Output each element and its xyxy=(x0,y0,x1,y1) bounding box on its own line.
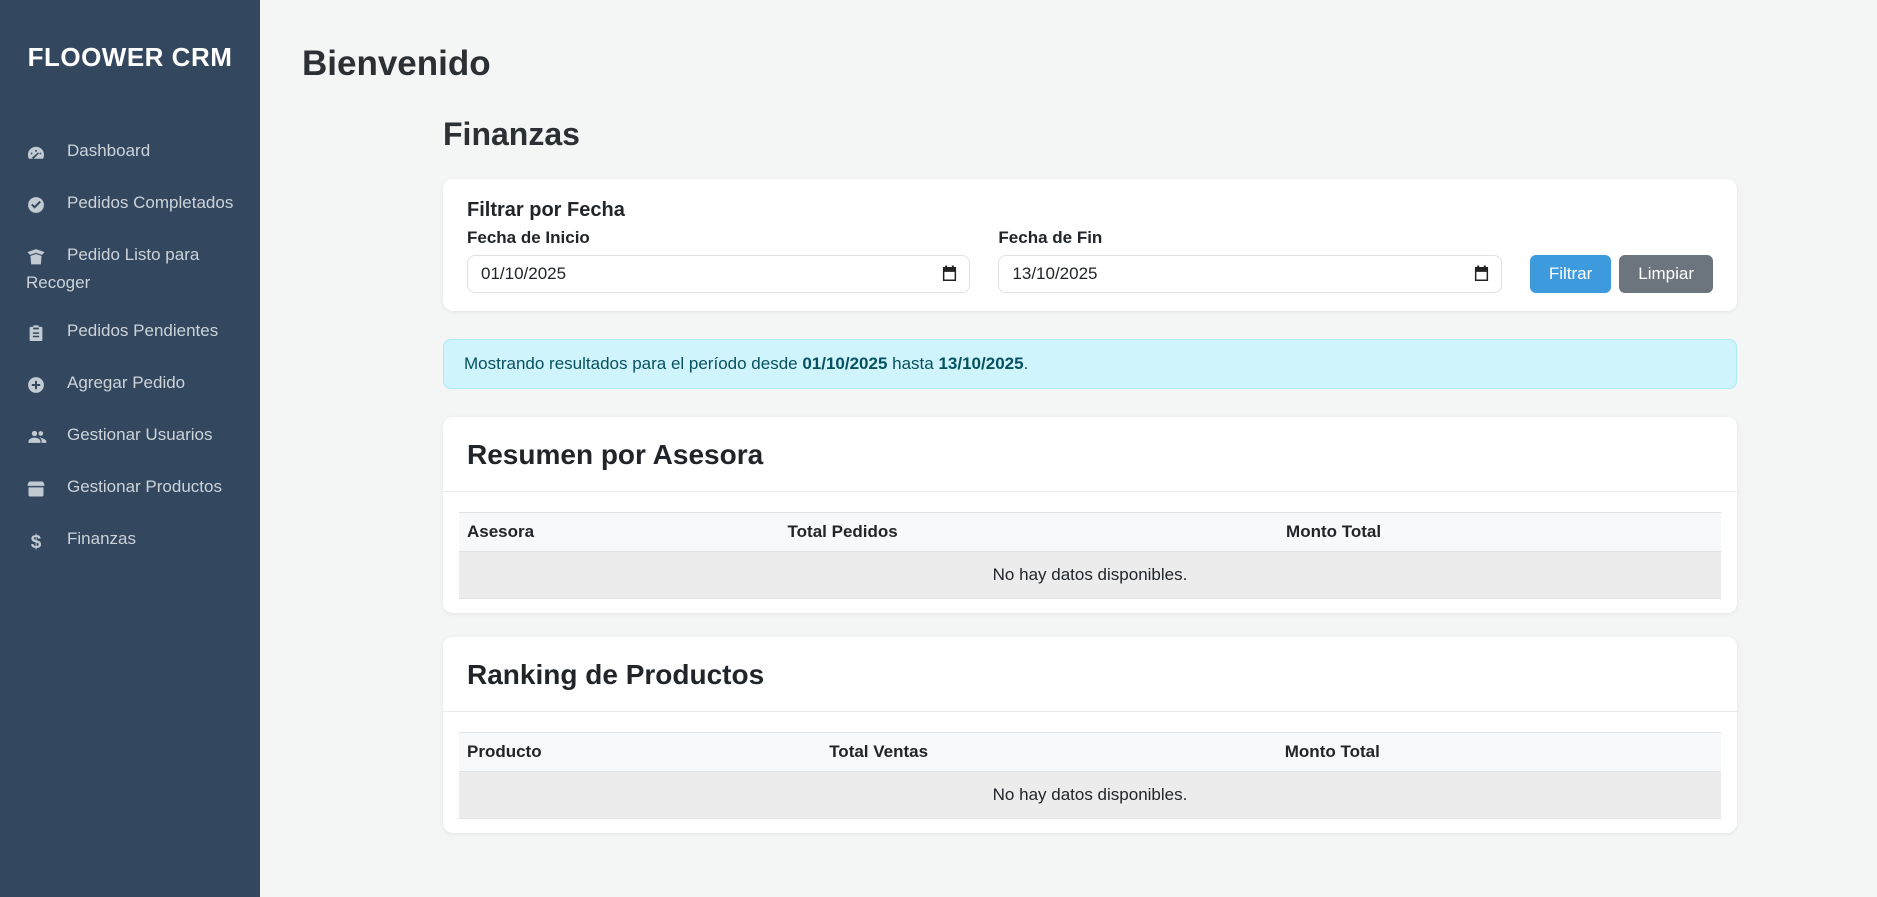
box-icon xyxy=(26,479,46,503)
start-date-input[interactable] xyxy=(467,255,970,293)
end-date-field: Fecha de Fin xyxy=(998,228,1501,293)
summary-col-asesora: Asesora xyxy=(459,513,780,552)
sidebar-item-label: Gestionar Productos xyxy=(67,477,222,496)
ranking-col-producto: Producto xyxy=(459,733,821,772)
sidebar-item-label: Pedidos Completados xyxy=(67,193,233,212)
sidebar-item-finanzas[interactable]: $ Finanzas xyxy=(0,515,260,567)
welcome-title: Bienvenido xyxy=(302,44,1737,84)
end-date-input[interactable] xyxy=(998,255,1501,293)
dollar-icon: $ xyxy=(26,531,46,555)
filter-title: Filtrar por Fecha xyxy=(467,199,1713,222)
app-title: FLOOWER CRM xyxy=(8,42,252,73)
sidebar-item-pedidos-pendientes[interactable]: Pedidos Pendientes xyxy=(0,307,260,359)
table-row: No hay datos disponibles. xyxy=(459,552,1721,599)
calendar-icon[interactable] xyxy=(1473,266,1490,283)
sidebar-item-gestionar-usuarios[interactable]: Gestionar Usuarios xyxy=(0,411,260,463)
sidebar-item-label: Dashboard xyxy=(67,141,150,160)
filter-button[interactable]: Filtrar xyxy=(1530,255,1611,293)
ranking-empty-message: No hay datos disponibles. xyxy=(459,772,1721,819)
clear-button[interactable]: Limpiar xyxy=(1619,255,1713,293)
sidebar-item-label: Gestionar Usuarios xyxy=(67,425,213,444)
sidebar-item-label: Agregar Pedido xyxy=(67,373,185,392)
summary-table: Asesora Total Pedidos Monto Total No hay… xyxy=(459,512,1721,599)
table-row: No hay datos disponibles. xyxy=(459,772,1721,819)
ranking-col-monto-total: Monto Total xyxy=(1277,733,1721,772)
main-content: Bienvenido Finanzas Filtrar por Fecha Fe… xyxy=(260,0,1877,897)
check-circle-icon xyxy=(26,195,46,219)
ranking-card: Ranking de Productos Producto Total Vent… xyxy=(443,637,1737,833)
sidebar-item-label: Finanzas xyxy=(67,529,136,548)
ranking-col-total-ventas: Total Ventas xyxy=(821,733,1277,772)
start-date-field: Fecha de Inicio xyxy=(467,228,970,293)
summary-card: Resumen por Asesora Asesora Total Pedido… xyxy=(443,417,1737,613)
alert-text: . xyxy=(1024,354,1029,373)
alert-start-date: 01/10/2025 xyxy=(802,354,887,373)
sidebar-item-dashboard[interactable]: Dashboard xyxy=(0,127,260,179)
start-date-label: Fecha de Inicio xyxy=(467,228,970,248)
sidebar-item-agregar-pedido[interactable]: Agregar Pedido xyxy=(0,359,260,411)
alert-text: hasta xyxy=(887,354,938,373)
box-open-icon xyxy=(26,247,46,271)
results-period-alert: Mostrando resultados para el período des… xyxy=(443,339,1737,389)
plus-circle-icon xyxy=(26,375,46,399)
alert-text: Mostrando resultados para el período des… xyxy=(464,354,802,373)
sidebar: FLOOWER CRM Dashboard xyxy=(0,0,260,897)
finanzas-section: Finanzas Filtrar por Fecha Fecha de Inic… xyxy=(443,116,1737,833)
clipboard-list-icon xyxy=(26,323,46,347)
date-filter-card: Filtrar por Fecha Fecha de Inicio xyxy=(443,179,1737,311)
calendar-icon[interactable] xyxy=(941,266,958,283)
sidebar-item-label: Pedido Listo para Recoger xyxy=(26,245,199,292)
ranking-title: Ranking de Productos xyxy=(467,659,1713,691)
sidebar-nav: Dashboard Pedido Listo para RecogerPedid… xyxy=(0,127,260,567)
end-date-label: Fecha de Fin xyxy=(998,228,1501,248)
sidebar-item-pedido-listo[interactable]: Pedido Listo para Recoger xyxy=(0,231,260,307)
alert-end-date: 13/10/2025 xyxy=(938,354,1023,373)
sidebar-item-pedidos-completados[interactable]: Pedido Listo para RecogerPedidos Complet… xyxy=(0,179,260,231)
summary-col-monto-total: Monto Total xyxy=(1278,513,1721,552)
summary-title: Resumen por Asesora xyxy=(467,439,1713,471)
gauge-icon xyxy=(26,143,46,167)
sidebar-item-gestionar-productos[interactable]: Gestionar Productos xyxy=(0,463,260,515)
summary-empty-message: No hay datos disponibles. xyxy=(459,552,1721,599)
sidebar-item-label: Pedidos Pendientes xyxy=(67,321,218,340)
ranking-table: Producto Total Ventas Monto Total No hay… xyxy=(459,732,1721,819)
app-root: FLOOWER CRM Dashboard xyxy=(0,0,1877,897)
summary-col-total-pedidos: Total Pedidos xyxy=(780,513,1278,552)
users-icon xyxy=(26,427,46,451)
finanzas-title: Finanzas xyxy=(443,116,1737,153)
